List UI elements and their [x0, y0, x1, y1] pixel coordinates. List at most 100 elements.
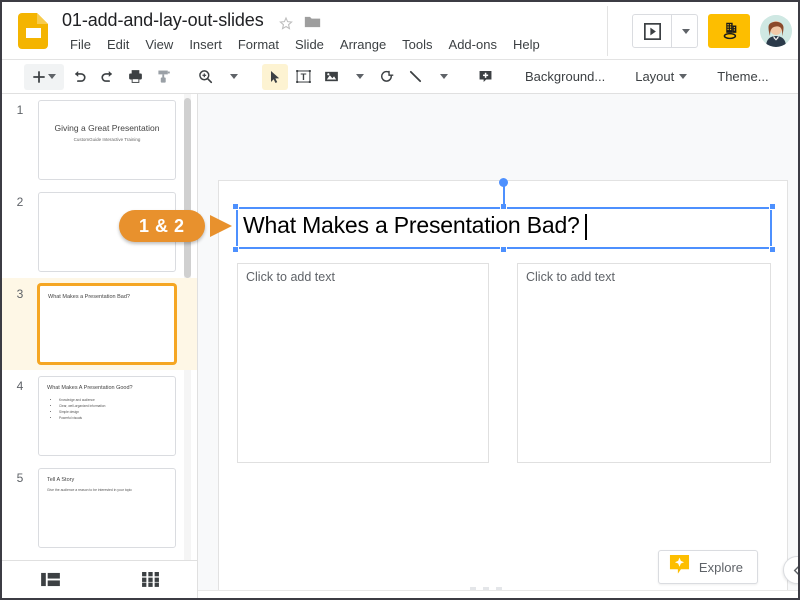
- thumb-title: Giving a Great Presentation: [54, 123, 160, 133]
- slide-thumbnail-panel[interactable]: 1 Giving a Great Presentation CustomGuid…: [2, 94, 198, 560]
- main-toolbar: T Background... Layout Theme...: [2, 60, 798, 94]
- slide-thumbnail-1[interactable]: Giving a Great Presentation CustomGuide …: [38, 100, 176, 180]
- menu-bar: File Edit View Insert Format Slide Arran…: [62, 35, 548, 54]
- thumb-subtitle: CustomGuide Interactive Training: [73, 137, 141, 142]
- slide-thumbnail-4[interactable]: What Makes A Presentation Good? Knowledg…: [38, 376, 176, 456]
- new-slide-button[interactable]: [24, 63, 64, 90]
- slide-thumbnail-row[interactable]: 1 Giving a Great Presentation CustomGuid…: [2, 94, 197, 186]
- slide-number: 1: [16, 103, 24, 117]
- add-comment-button[interactable]: [472, 64, 498, 90]
- thumb-bullet-list: Knowledge and audience Clear, well-organ…: [53, 397, 105, 421]
- text-box-button[interactable]: T: [290, 64, 316, 90]
- share-button[interactable]: [708, 14, 750, 48]
- explore-sparkle-icon: [669, 554, 690, 580]
- slide-number: 2: [16, 195, 24, 209]
- menu-edit[interactable]: Edit: [99, 35, 137, 54]
- folder-icon[interactable]: [304, 15, 321, 29]
- slide-thumbnail-row[interactable]: 4 What Makes A Presentation Good? Knowle…: [2, 370, 197, 462]
- thumb-bullet: Powerful visuals: [59, 415, 105, 421]
- body-placeholder-right[interactable]: Click to add text: [517, 263, 771, 463]
- slide-thumbnail-row[interactable]: 5 Tell A Story Give the audience a reaso…: [2, 462, 197, 554]
- transition-button[interactable]: Transition...: [791, 65, 798, 88]
- image-button[interactable]: [318, 64, 344, 90]
- menu-format[interactable]: Format: [230, 35, 287, 54]
- slides-logo-icon: [18, 13, 48, 49]
- chevron-down-icon: [230, 74, 238, 79]
- avatar[interactable]: [760, 15, 792, 47]
- star-outline-icon[interactable]: [278, 15, 294, 31]
- selection-border-right: [770, 208, 772, 248]
- layout-button[interactable]: Layout: [627, 65, 695, 88]
- slide-editor-surface[interactable]: What Makes a Presentation Bad? Click to …: [218, 178, 788, 598]
- resize-handle-bottom-right[interactable]: [769, 246, 776, 253]
- resize-handle-top-left[interactable]: [232, 203, 239, 210]
- image-dropdown-button[interactable]: [346, 64, 372, 90]
- grid-view-icon[interactable]: [128, 565, 172, 595]
- select-tool-button[interactable]: [262, 63, 288, 90]
- explore-label: Explore: [698, 559, 743, 575]
- slide-thumbnail-5[interactable]: Tell A Story Give the audience a reason …: [38, 468, 176, 548]
- thumb-title: What Makes A Presentation Good?: [47, 385, 133, 391]
- menu-help[interactable]: Help: [505, 35, 548, 54]
- title-placeholder[interactable]: What Makes a Presentation Bad?: [232, 178, 776, 253]
- menu-addons[interactable]: Add-ons: [441, 35, 505, 54]
- rotation-handle[interactable]: [499, 178, 508, 187]
- panel-view-bar: [2, 560, 198, 598]
- thumb-body: Give the audience a reason to be interes…: [47, 488, 133, 492]
- menu-insert[interactable]: Insert: [181, 35, 230, 54]
- body-placeholder-right-text: Click to add text: [526, 270, 615, 284]
- layout-label: Layout: [635, 69, 675, 84]
- menu-file[interactable]: File: [62, 35, 99, 54]
- resize-handle-bottom-center[interactable]: [500, 246, 507, 253]
- chevron-down-icon: [440, 74, 448, 79]
- google-slides-window: 01-add-and-lay-out-slides File Edit View…: [0, 0, 800, 600]
- resize-handle-top-right[interactable]: [769, 203, 776, 210]
- present-dropdown-button[interactable]: [671, 15, 697, 47]
- menu-arrange[interactable]: Arrange: [332, 35, 394, 54]
- line-button[interactable]: [402, 64, 428, 90]
- theme-button[interactable]: Theme...: [709, 65, 776, 88]
- menu-slide[interactable]: Slide: [287, 35, 332, 54]
- slide-number: 4: [16, 379, 24, 393]
- toolbar-divider: [607, 6, 608, 56]
- zoom-button[interactable]: [192, 64, 218, 90]
- title-placeholder-text[interactable]: What Makes a Presentation Bad?: [243, 212, 580, 239]
- callout-badge: 1 & 2: [119, 210, 205, 242]
- thumb-title: What Makes a Presentation Bad?: [48, 294, 130, 300]
- document-title[interactable]: 01-add-and-lay-out-slides: [62, 10, 264, 31]
- menu-view[interactable]: View: [137, 35, 181, 54]
- slide-thumbnail-3[interactable]: What Makes a Presentation Bad?: [38, 284, 176, 364]
- paint-format-button[interactable]: [150, 64, 176, 90]
- menu-tools[interactable]: Tools: [394, 35, 440, 54]
- slide-number: 3: [16, 287, 24, 301]
- zoom-dropdown-button[interactable]: [220, 64, 246, 90]
- chevron-down-icon: [679, 74, 688, 79]
- undo-button[interactable]: [66, 64, 92, 90]
- slide-number: 5: [16, 471, 24, 485]
- callout-label: 1 & 2: [139, 215, 185, 236]
- print-button[interactable]: [122, 64, 148, 90]
- title-bar: 01-add-and-lay-out-slides File Edit View…: [2, 2, 798, 60]
- line-dropdown-button[interactable]: [430, 64, 456, 90]
- canvas-bottom-strip: [198, 590, 798, 598]
- callout-pointer: [210, 215, 232, 237]
- present-button[interactable]: [633, 15, 671, 47]
- body-placeholder-left[interactable]: Click to add text: [237, 263, 489, 463]
- chevron-down-icon: [681, 28, 690, 34]
- explore-button[interactable]: Explore: [657, 550, 758, 584]
- chevron-down-icon: [48, 74, 56, 79]
- shape-button[interactable]: [374, 64, 400, 90]
- background-button[interactable]: Background...: [517, 65, 613, 88]
- selection-border-left: [236, 208, 238, 248]
- slide-canvas-area[interactable]: What Makes a Presentation Bad? Click to …: [198, 94, 798, 598]
- rotation-handle-line: [503, 186, 505, 206]
- title-bar-actions: [632, 10, 792, 52]
- thumb-title: Tell A Story: [47, 477, 75, 483]
- slide-thumbnail-row-selected[interactable]: 3 What Makes a Presentation Bad?: [2, 278, 197, 370]
- svg-text:T: T: [300, 72, 306, 82]
- resize-handle-bottom-left[interactable]: [232, 246, 239, 253]
- filmstrip-view-icon[interactable]: [28, 565, 72, 595]
- present-button-group: [632, 14, 698, 48]
- redo-button[interactable]: [94, 64, 120, 90]
- body-placeholder-left-text: Click to add text: [246, 270, 335, 284]
